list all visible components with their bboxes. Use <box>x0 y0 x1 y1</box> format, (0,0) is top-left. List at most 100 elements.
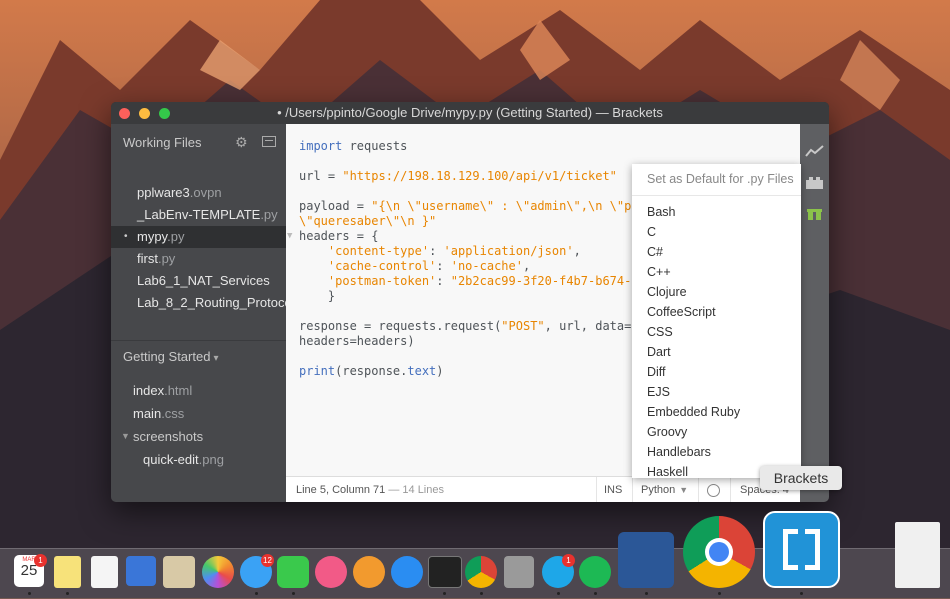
running-indicator <box>800 592 803 595</box>
language-option[interactable]: CSS <box>632 322 801 342</box>
running-indicator <box>480 592 483 595</box>
spotify-icon[interactable] <box>579 556 611 588</box>
code-line: ▼ headers = { <box>287 229 379 243</box>
working-files-list: pplware3.ovpn _LabEnv-TEMPLATE.py • mypy… <box>111 182 286 314</box>
extension-manager-icon[interactable] <box>805 176 824 190</box>
linter-status-icon[interactable] <box>707 484 720 497</box>
project-tree: index.html main.css ▼ screenshots quick-… <box>111 379 286 471</box>
set-default-language-item[interactable]: Set as Default for .py Files <box>632 164 801 196</box>
language-option[interactable]: CoffeeScript <box>632 302 801 322</box>
skype-badge: 1 <box>562 554 575 567</box>
code-line: print(response.text) <box>299 364 444 378</box>
calendar-badge: 1 <box>34 554 47 567</box>
live-preview-icon[interactable] <box>805 144 824 158</box>
working-file-item-active[interactable]: • mypy.py <box>111 226 286 248</box>
cursor-position: Line 5, Column 71 — 14 Lines <box>296 484 444 496</box>
language-option[interactable]: Embedded Ruby <box>632 402 801 422</box>
tree-folder[interactable]: ▼ screenshots <box>111 425 286 448</box>
running-indicator <box>718 592 721 595</box>
terminal-icon[interactable] <box>428 556 462 588</box>
messages-badge: 12 <box>261 554 274 567</box>
status-divider <box>632 477 633 502</box>
reminders-icon[interactable] <box>91 556 118 588</box>
working-file-item[interactable]: _LabEnv-TEMPLATE.py <box>111 204 286 226</box>
code-line: headers=headers) <box>299 334 415 348</box>
language-option[interactable]: EJS <box>632 382 801 402</box>
language-option[interactable]: Bash <box>632 202 801 222</box>
split-view-icon[interactable] <box>262 136 276 147</box>
code-line: url = "https://198.18.129.100/api/v1/tic… <box>299 169 617 183</box>
utility-icon[interactable] <box>504 556 534 588</box>
code-line: 'cache-control': 'no-cache', <box>327 259 531 273</box>
language-option[interactable]: Clojure <box>632 282 801 302</box>
code-line: payload = "{\n \"username\" : \"admin\",… <box>299 199 639 213</box>
tree-file[interactable]: main.css <box>111 402 286 425</box>
language-menu: Set as Default for .py Files Bash C C# C… <box>632 164 801 478</box>
app-store-icon[interactable] <box>391 556 423 588</box>
preview-icon[interactable] <box>163 556 195 588</box>
caret-down-icon: ▼ <box>121 431 130 441</box>
code-line: response = requests.request("POST", url,… <box>299 319 639 333</box>
language-option[interactable]: Diff <box>632 362 801 382</box>
unsaved-dot-icon: • <box>124 231 128 242</box>
caret-down-icon: ▼ <box>679 485 689 495</box>
code-content[interactable]: import requests url = "https://198.18.12… <box>287 139 639 379</box>
status-divider <box>730 477 731 502</box>
language-option[interactable]: C# <box>632 242 801 262</box>
project-dropdown[interactable]: Getting Started ▾ <box>123 349 218 364</box>
working-file-item[interactable]: Lab_8_2_Routing_Protoco <box>111 292 286 314</box>
gift-icon[interactable] <box>805 206 824 220</box>
running-indicator <box>255 592 258 595</box>
status-bar: Line 5, Column 71 — 14 Lines INS Python ▼… <box>286 476 800 502</box>
language-select[interactable]: Python ▼ <box>641 477 688 502</box>
chrome-small-icon[interactable] <box>465 556 497 588</box>
insert-mode-toggle[interactable]: INS <box>604 477 622 502</box>
working-file-item[interactable]: Lab6_1_NAT_Services <box>111 270 286 292</box>
title-bar[interactable]: • /Users/ppinto/Google Drive/mypy.py (Ge… <box>111 102 829 124</box>
running-indicator <box>645 592 648 595</box>
maximize-button[interactable] <box>159 108 170 119</box>
tree-file[interactable]: index.html <box>111 379 286 402</box>
dock-tooltip: Brackets <box>760 466 842 490</box>
brackets-app-icon[interactable] <box>763 511 840 588</box>
sidebar: Working Files ⚙ pplware3.ovpn _LabEnv-TE… <box>111 124 286 502</box>
status-divider <box>596 477 597 502</box>
window-title: • /Users/ppinto/Google Drive/mypy.py (Ge… <box>277 105 663 120</box>
working-file-item[interactable]: first.py <box>111 248 286 270</box>
sidebar-divider <box>111 340 286 341</box>
facetime-icon[interactable] <box>277 556 309 588</box>
code-line: } <box>327 289 336 303</box>
working-file-item[interactable]: pplware3.ovpn <box>111 182 286 204</box>
keynote-icon[interactable] <box>126 556 156 586</box>
language-option[interactable]: C <box>632 222 801 242</box>
language-option[interactable]: Groovy <box>632 422 801 442</box>
language-option[interactable]: Dart <box>632 342 801 362</box>
right-toolbar <box>800 124 829 502</box>
language-options: Bash C C# C++ Clojure CoffeeScript CSS D… <box>632 196 801 478</box>
language-option[interactable]: C++ <box>632 262 801 282</box>
close-button[interactable] <box>119 108 130 119</box>
running-indicator <box>66 592 69 595</box>
code-line: \"queresaber\"\n }" <box>299 214 437 228</box>
running-indicator <box>28 592 31 595</box>
notes-icon[interactable] <box>54 556 81 588</box>
chrome-icon[interactable] <box>683 516 755 588</box>
document-stack-icon[interactable] <box>895 522 940 588</box>
gear-icon[interactable]: ⚙ <box>235 134 248 151</box>
fold-arrow-icon[interactable]: ▼ <box>287 229 292 244</box>
running-indicator <box>594 592 597 595</box>
word-icon[interactable] <box>618 532 674 588</box>
itunes-icon[interactable] <box>315 556 347 588</box>
running-indicator <box>443 592 446 595</box>
ibooks-icon[interactable] <box>353 556 385 588</box>
caret-down-icon: ▾ <box>213 353 219 364</box>
running-indicator <box>557 592 560 595</box>
tree-file[interactable]: quick-edit.png <box>111 448 286 471</box>
code-line: 'content-type': 'application/json', <box>327 244 581 258</box>
photos-icon[interactable] <box>202 556 234 588</box>
language-option[interactable]: Handlebars <box>632 442 801 462</box>
minimize-button[interactable] <box>139 108 150 119</box>
